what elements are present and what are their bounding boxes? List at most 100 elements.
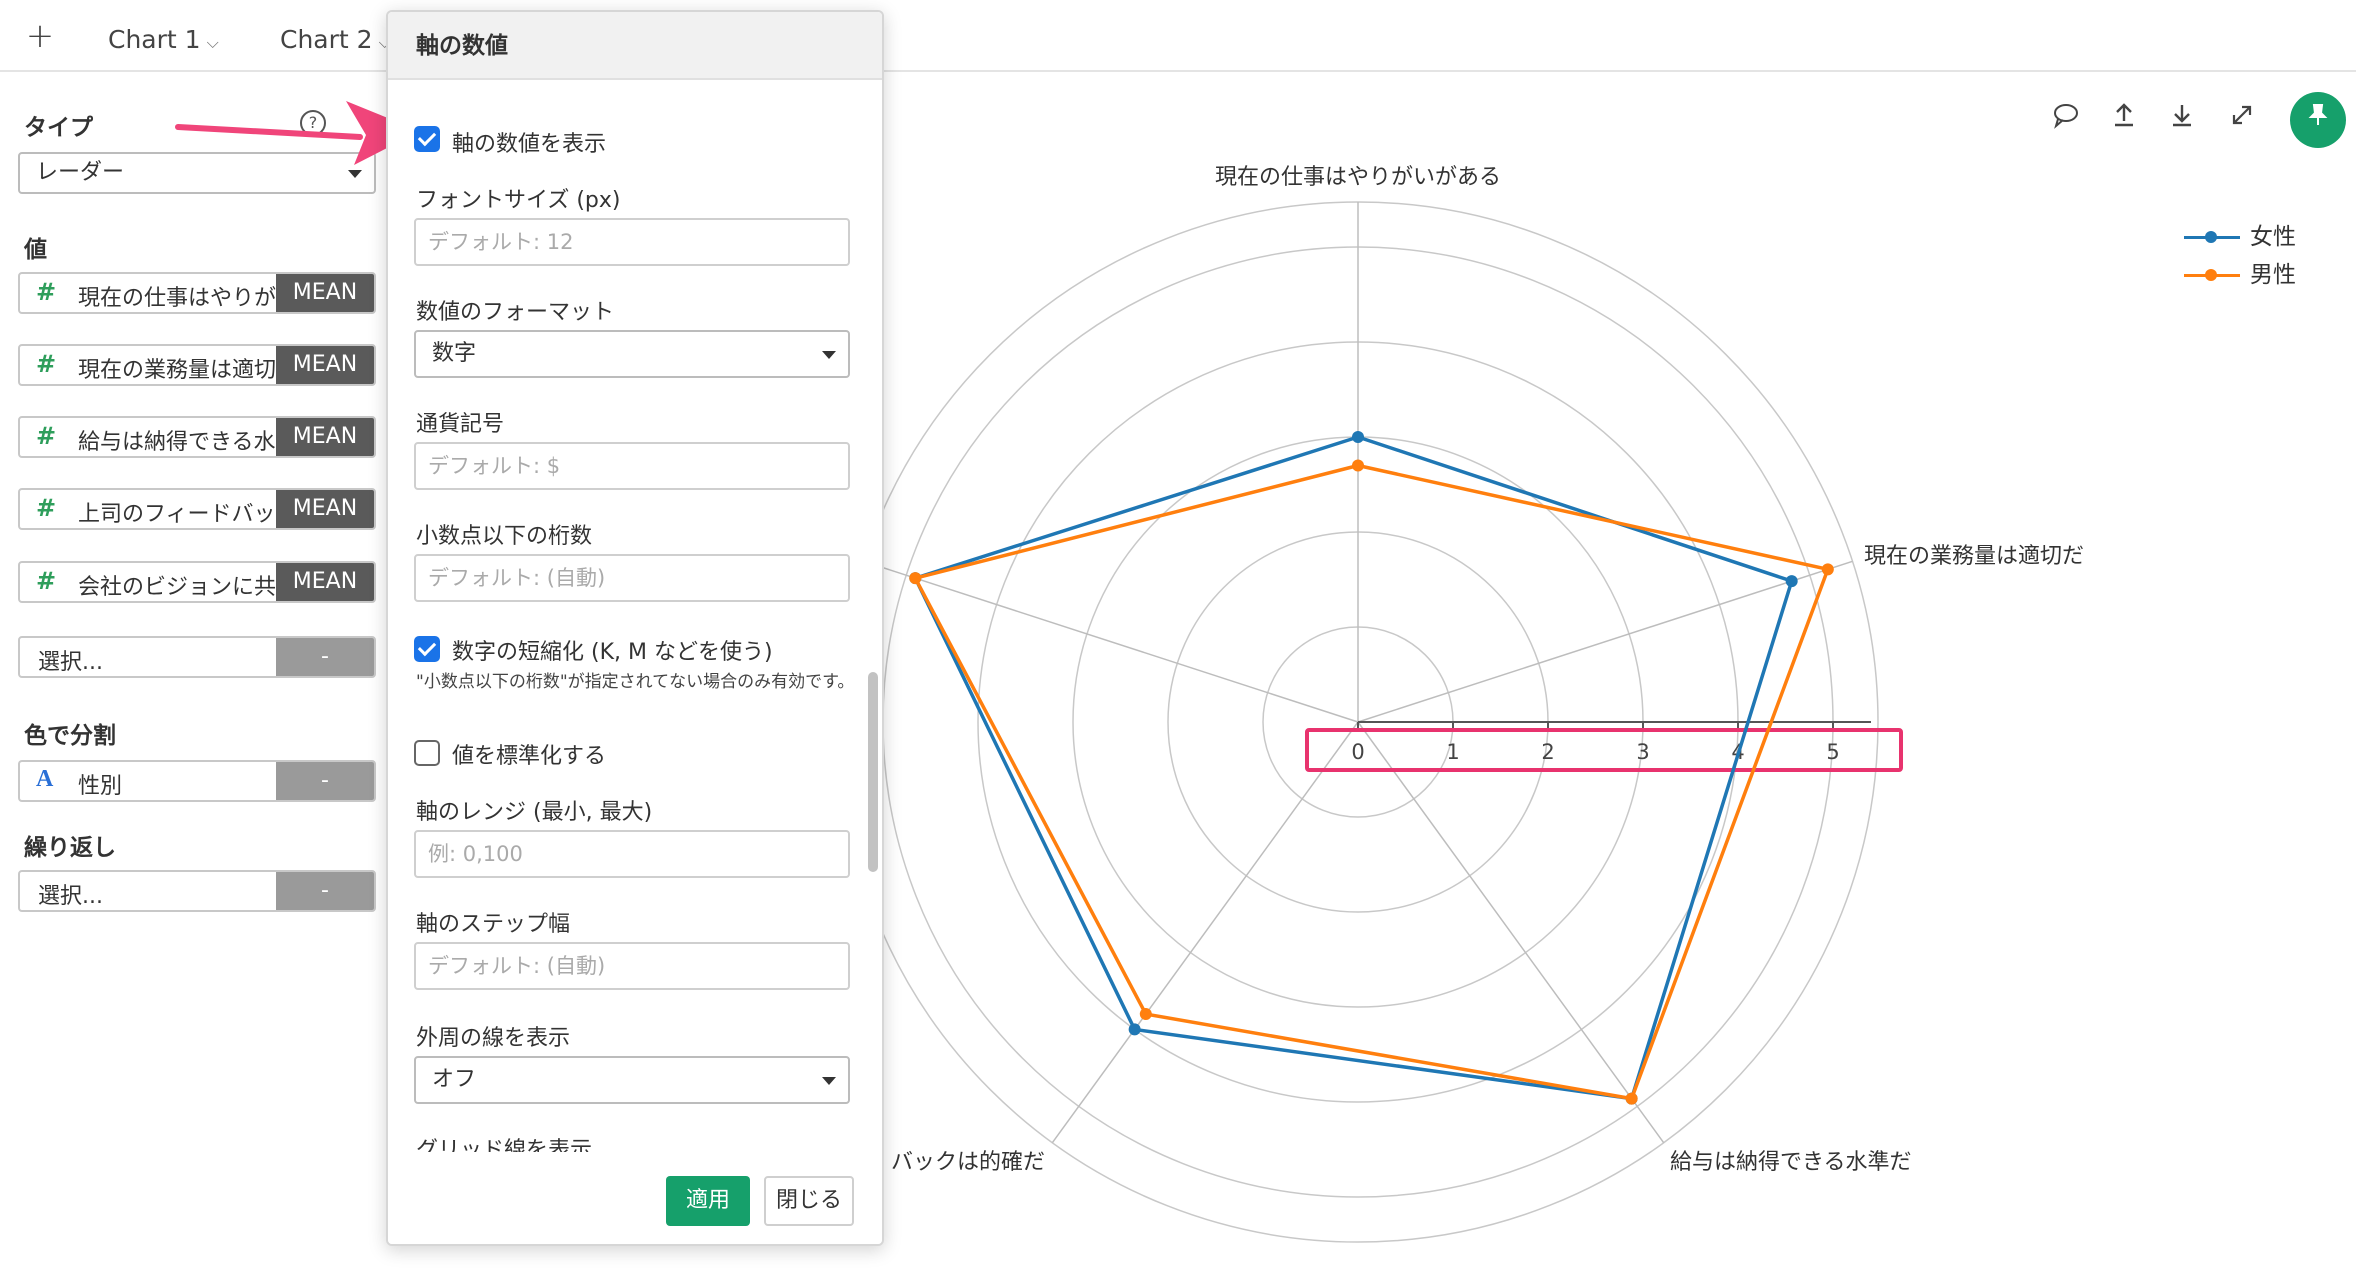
axis-range-label: 軸のレンジ (最小, 最大) xyxy=(416,800,653,825)
tab-label: Chart 2 xyxy=(280,25,373,54)
axis-category-label: 給与は納得できる水準だ xyxy=(1670,1150,1912,1175)
type-label: タイプ xyxy=(24,115,93,141)
download-icon[interactable] xyxy=(2162,100,2202,140)
aggregation-button[interactable]: MEAN xyxy=(276,274,374,312)
upload-icon[interactable] xyxy=(2104,100,2144,140)
value-field-4[interactable]: # 上司のフィードバッ MEAN xyxy=(18,488,376,530)
axis-spoke xyxy=(1357,721,1665,1144)
axis-values-popup: 軸の数値 軸の数値を表示 フォントサイズ (px) デフォルト: 12 数値のフ… xyxy=(386,10,884,1246)
series-line xyxy=(913,435,1794,1101)
series-point xyxy=(1785,575,1798,588)
font-size-label: フォントサイズ (px) xyxy=(416,188,621,213)
pin-icon[interactable] xyxy=(2290,92,2346,148)
series-point xyxy=(1352,431,1364,443)
series-point xyxy=(1139,1008,1152,1021)
popup-header: 軸の数値 xyxy=(388,12,882,80)
value-field-name: 上司のフィードバッ xyxy=(78,502,276,527)
value-field-name: 会社のビジョンに共 xyxy=(78,575,277,600)
chevron-down-icon: ⌵ xyxy=(206,33,219,52)
legend-marker xyxy=(2205,231,2217,243)
show-axis-values-checkbox[interactable] xyxy=(414,126,440,152)
remove-button[interactable]: - xyxy=(276,638,374,676)
series-point xyxy=(1821,563,1834,576)
decimals-label: 小数点以下の桁数 xyxy=(416,524,593,549)
currency-input[interactable]: デフォルト: $ xyxy=(414,442,850,490)
abbreviate-checkbox[interactable] xyxy=(414,636,440,662)
outer-line-label: 外周の線を表示 xyxy=(416,1026,571,1051)
axis-range-input[interactable]: 例: 0,100 xyxy=(414,830,850,878)
legend-label: 女性 xyxy=(2250,224,2296,250)
value-field-3[interactable]: # 給与は納得できる水 MEAN xyxy=(18,416,376,458)
caret-down-icon xyxy=(822,351,836,359)
legend-label: 男性 xyxy=(2250,262,2296,288)
grid-line-label: グリッド線を表示 xyxy=(416,1138,593,1152)
text-type-icon: A xyxy=(36,766,54,792)
tab-chart-2[interactable]: Chart 2 ⌵ xyxy=(280,20,391,60)
value-field-1[interactable]: # 現在の仕事はやりが MEAN xyxy=(18,272,376,314)
numeric-hash-icon: # xyxy=(36,278,57,306)
value-axis-tick-label: 1 xyxy=(1446,740,1459,764)
currency-label: 通貨記号 xyxy=(416,412,505,437)
legend-item[interactable]: 女性 xyxy=(2180,218,2296,256)
chart-type-value: レーダー xyxy=(36,160,125,185)
color-split-field[interactable]: A 性別 - xyxy=(18,760,376,802)
axis-category-label: 現在の仕事はやりがいがある xyxy=(1215,165,1501,190)
remove-button[interactable]: - xyxy=(276,872,374,910)
axis-step-placeholder: デフォルト: (自動) xyxy=(428,954,606,978)
normalize-checkbox[interactable] xyxy=(414,740,440,766)
number-format-label: 数値のフォーマット xyxy=(416,300,615,325)
series-point xyxy=(1128,1023,1141,1036)
aggregation-button[interactable]: MEAN xyxy=(276,490,374,528)
repeat-field-select[interactable]: 選択... - xyxy=(18,870,376,912)
legend-marker xyxy=(2205,269,2217,281)
caret-down-icon xyxy=(348,170,362,178)
close-button[interactable]: 閉じる xyxy=(764,1176,854,1226)
select-placeholder: 選択... xyxy=(38,650,103,675)
plus-icon[interactable]: + xyxy=(20,16,60,56)
number-format-value: 数字 xyxy=(432,341,477,366)
tab-label: Chart 1 xyxy=(108,25,201,54)
series-point xyxy=(1625,1092,1638,1105)
series-line xyxy=(913,463,1830,1101)
number-format-select[interactable]: 数字 xyxy=(414,330,850,378)
numeric-hash-icon: # xyxy=(36,494,57,522)
apply-button[interactable]: 適用 xyxy=(666,1176,750,1226)
tab-chart-1[interactable]: Chart 1 ⌵ xyxy=(108,20,219,60)
font-size-input[interactable]: デフォルト: 12 xyxy=(414,218,850,266)
popup-title: 軸の数値 xyxy=(416,33,508,59)
expand-icon[interactable] xyxy=(2222,100,2262,140)
popup-body: 軸の数値を表示 フォントサイズ (px) デフォルト: 12 数値のフォーマット… xyxy=(388,82,882,1152)
value-field-5[interactable]: # 会社のビジョンに共 MEAN xyxy=(18,561,376,603)
outer-line-value: オフ xyxy=(432,1067,477,1092)
axis-step-input[interactable]: デフォルト: (自動) xyxy=(414,942,850,990)
normalize-label: 値を標準化する xyxy=(452,744,607,769)
legend-item[interactable]: 男性 xyxy=(2180,256,2296,294)
show-axis-values-label: 軸の数値を表示 xyxy=(452,132,607,157)
value-field-select[interactable]: 選択... - xyxy=(18,636,376,678)
caret-down-icon xyxy=(822,1077,836,1085)
value-field-2[interactable]: # 現在の業務量は適切 MEAN xyxy=(18,344,376,386)
abbreviate-note: "小数点以下の桁数"が指定されてない場合のみ有効です。 xyxy=(416,672,855,692)
value-axis-tick-label: 2 xyxy=(1541,740,1554,764)
axis-category-label: 現在の業務量は適切だ xyxy=(1864,544,2084,569)
series-point xyxy=(1352,459,1364,472)
aggregation-button[interactable]: MEAN xyxy=(276,346,374,384)
value-field-name: 現在の業務量は適切 xyxy=(78,358,277,383)
remove-button[interactable]: - xyxy=(276,762,374,800)
value-axis-tick-label: 0 xyxy=(1351,740,1364,764)
aggregation-button[interactable]: MEAN xyxy=(276,418,374,456)
aggregation-button[interactable]: MEAN xyxy=(276,563,374,601)
axis-range-placeholder: 例: 0,100 xyxy=(428,842,523,866)
value-field-name: 給与は納得できる水 xyxy=(78,430,276,455)
outer-line-select[interactable]: オフ xyxy=(414,1056,850,1104)
comment-icon[interactable] xyxy=(2046,100,2086,140)
color-field-name: 性別 xyxy=(78,774,123,799)
popup-footer: 適用 閉じる xyxy=(388,1152,882,1244)
axis-category-label: バックは的確だ xyxy=(891,1150,1045,1175)
decimals-input[interactable]: デフォルト: (自動) xyxy=(414,554,850,602)
currency-placeholder: デフォルト: $ xyxy=(428,454,561,478)
select-placeholder: 選択... xyxy=(38,884,103,909)
chart-legend: 女性 男性 xyxy=(2180,218,2296,294)
axis-spoke xyxy=(1051,721,1359,1144)
popup-scrollbar[interactable] xyxy=(868,672,878,872)
